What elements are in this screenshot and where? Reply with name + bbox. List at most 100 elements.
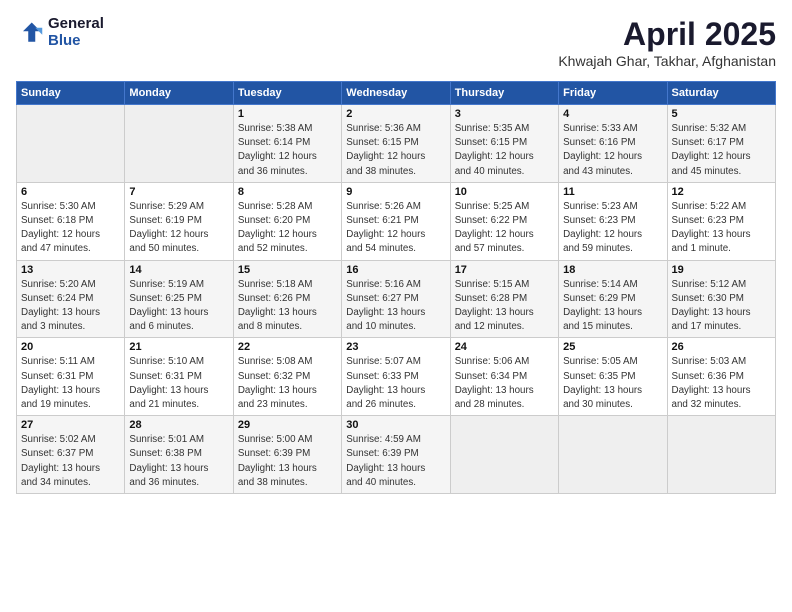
day-number: 20 <box>21 341 120 353</box>
day-detail: Sunrise: 5:16 AMSunset: 6:27 PMDaylight:… <box>346 278 445 335</box>
day-number: 30 <box>346 419 445 431</box>
calendar-cell: 13 Sunrise: 5:20 AMSunset: 6:24 PMDayligh… <box>17 260 125 338</box>
day-number: 26 <box>672 341 771 353</box>
day-number: 28 <box>129 419 228 431</box>
calendar-cell: 12 Sunrise: 5:22 AMSunset: 6:23 PMDayligh… <box>667 182 775 260</box>
calendar-cell: 20 Sunrise: 5:11 AMSunset: 6:31 PMDayligh… <box>17 338 125 416</box>
day-number: 14 <box>129 264 228 276</box>
weekday-header-saturday: Saturday <box>667 82 775 105</box>
day-number: 12 <box>672 186 771 198</box>
page-header: General Blue April 2025 Khwajah Ghar, Ta… <box>16 16 776 69</box>
logo-icon <box>16 19 44 47</box>
day-detail: Sunrise: 5:32 AMSunset: 6:17 PMDaylight:… <box>672 122 771 179</box>
day-detail: Sunrise: 5:26 AMSunset: 6:21 PMDaylight:… <box>346 200 445 257</box>
logo-general-text: General <box>48 16 104 33</box>
day-detail: Sunrise: 5:36 AMSunset: 6:15 PMDaylight:… <box>346 122 445 179</box>
calendar-cell: 9 Sunrise: 5:26 AMSunset: 6:21 PMDaylight… <box>342 182 450 260</box>
day-number: 7 <box>129 186 228 198</box>
day-detail: Sunrise: 5:08 AMSunset: 6:32 PMDaylight:… <box>238 355 337 412</box>
week-row-4: 20 Sunrise: 5:11 AMSunset: 6:31 PMDayligh… <box>17 338 776 416</box>
calendar-cell: 10 Sunrise: 5:25 AMSunset: 6:22 PMDayligh… <box>450 182 558 260</box>
day-number: 3 <box>455 108 554 120</box>
day-number: 15 <box>238 264 337 276</box>
day-detail: Sunrise: 5:28 AMSunset: 6:20 PMDaylight:… <box>238 200 337 257</box>
day-detail: Sunrise: 5:03 AMSunset: 6:36 PMDaylight:… <box>672 355 771 412</box>
calendar-cell: 14 Sunrise: 5:19 AMSunset: 6:25 PMDayligh… <box>125 260 233 338</box>
day-detail: Sunrise: 5:23 AMSunset: 6:23 PMDaylight:… <box>563 200 662 257</box>
day-number: 16 <box>346 264 445 276</box>
day-number: 18 <box>563 264 662 276</box>
calendar-cell: 8 Sunrise: 5:28 AMSunset: 6:20 PMDaylight… <box>233 182 341 260</box>
weekday-header-thursday: Thursday <box>450 82 558 105</box>
day-number: 21 <box>129 341 228 353</box>
weekday-header-monday: Monday <box>125 82 233 105</box>
calendar-cell: 26 Sunrise: 5:03 AMSunset: 6:36 PMDayligh… <box>667 338 775 416</box>
title-block: April 2025 Khwajah Ghar, Takhar, Afghani… <box>558 16 776 69</box>
day-number: 6 <box>21 186 120 198</box>
day-number: 9 <box>346 186 445 198</box>
calendar-table: SundayMondayTuesdayWednesdayThursdayFrid… <box>16 81 776 494</box>
week-row-5: 27 Sunrise: 5:02 AMSunset: 6:37 PMDayligh… <box>17 416 776 494</box>
calendar-cell: 25 Sunrise: 5:05 AMSunset: 6:35 PMDayligh… <box>559 338 667 416</box>
day-number: 25 <box>563 341 662 353</box>
logo-text: General Blue <box>48 16 104 49</box>
calendar-cell <box>125 105 233 183</box>
day-detail: Sunrise: 4:59 AMSunset: 6:39 PMDaylight:… <box>346 433 445 490</box>
logo: General Blue <box>16 16 104 49</box>
day-number: 4 <box>563 108 662 120</box>
day-number: 10 <box>455 186 554 198</box>
day-detail: Sunrise: 5:11 AMSunset: 6:31 PMDaylight:… <box>21 355 120 412</box>
week-row-3: 13 Sunrise: 5:20 AMSunset: 6:24 PMDayligh… <box>17 260 776 338</box>
day-number: 13 <box>21 264 120 276</box>
day-detail: Sunrise: 5:29 AMSunset: 6:19 PMDaylight:… <box>129 200 228 257</box>
day-number: 27 <box>21 419 120 431</box>
day-number: 2 <box>346 108 445 120</box>
week-row-1: 1Sunrise: 5:38 AMSunset: 6:14 PMDaylight… <box>17 105 776 183</box>
day-number: 19 <box>672 264 771 276</box>
day-number: 23 <box>346 341 445 353</box>
calendar-cell <box>559 416 667 494</box>
calendar-cell: 23 Sunrise: 5:07 AMSunset: 6:33 PMDayligh… <box>342 338 450 416</box>
day-detail: Sunrise: 5:07 AMSunset: 6:33 PMDaylight:… <box>346 355 445 412</box>
day-detail: Sunrise: 5:30 AMSunset: 6:18 PMDaylight:… <box>21 200 120 257</box>
calendar-cell: 3 Sunrise: 5:35 AMSunset: 6:15 PMDaylight… <box>450 105 558 183</box>
day-detail: Sunrise: 5:12 AMSunset: 6:30 PMDaylight:… <box>672 278 771 335</box>
day-number: 1 <box>238 108 337 120</box>
day-number: 11 <box>563 186 662 198</box>
calendar-cell: 11 Sunrise: 5:23 AMSunset: 6:23 PMDayligh… <box>559 182 667 260</box>
calendar-cell: 19 Sunrise: 5:12 AMSunset: 6:30 PMDayligh… <box>667 260 775 338</box>
weekday-header-tuesday: Tuesday <box>233 82 341 105</box>
day-number: 29 <box>238 419 337 431</box>
calendar-cell: 15Sunrise: 5:18 AMSunset: 6:26 PMDayligh… <box>233 260 341 338</box>
calendar-cell: 1Sunrise: 5:38 AMSunset: 6:14 PMDaylight… <box>233 105 341 183</box>
weekday-header-friday: Friday <box>559 82 667 105</box>
weekday-header-sunday: Sunday <box>17 82 125 105</box>
calendar-cell <box>17 105 125 183</box>
day-detail: Sunrise: 5:20 AMSunset: 6:24 PMDaylight:… <box>21 278 120 335</box>
day-detail: Sunrise: 5:33 AMSunset: 6:16 PMDaylight:… <box>563 122 662 179</box>
day-number: 8 <box>238 186 337 198</box>
day-detail: Sunrise: 5:01 AMSunset: 6:38 PMDaylight:… <box>129 433 228 490</box>
day-detail: Sunrise: 5:22 AMSunset: 6:23 PMDaylight:… <box>672 200 771 257</box>
calendar-cell: 4 Sunrise: 5:33 AMSunset: 6:16 PMDaylight… <box>559 105 667 183</box>
calendar-cell <box>667 416 775 494</box>
day-detail: Sunrise: 5:00 AMSunset: 6:39 PMDaylight:… <box>238 433 337 490</box>
day-detail: Sunrise: 5:35 AMSunset: 6:15 PMDaylight:… <box>455 122 554 179</box>
day-detail: Sunrise: 5:19 AMSunset: 6:25 PMDaylight:… <box>129 278 228 335</box>
calendar-cell <box>450 416 558 494</box>
day-detail: Sunrise: 5:05 AMSunset: 6:35 PMDaylight:… <box>563 355 662 412</box>
calendar-cell: 28 Sunrise: 5:01 AMSunset: 6:38 PMDayligh… <box>125 416 233 494</box>
day-detail: Sunrise: 5:25 AMSunset: 6:22 PMDaylight:… <box>455 200 554 257</box>
calendar-cell: 22 Sunrise: 5:08 AMSunset: 6:32 PMDayligh… <box>233 338 341 416</box>
calendar-cell: 2 Sunrise: 5:36 AMSunset: 6:15 PMDaylight… <box>342 105 450 183</box>
logo-blue-text: Blue <box>48 33 104 50</box>
weekday-header-wednesday: Wednesday <box>342 82 450 105</box>
day-number: 5 <box>672 108 771 120</box>
weekday-header-row: SundayMondayTuesdayWednesdayThursdayFrid… <box>17 82 776 105</box>
day-number: 24 <box>455 341 554 353</box>
month-title: April 2025 <box>558 16 776 53</box>
day-detail: Sunrise: 5:14 AMSunset: 6:29 PMDaylight:… <box>563 278 662 335</box>
day-detail: Sunrise: 5:02 AMSunset: 6:37 PMDaylight:… <box>21 433 120 490</box>
calendar-cell: 30 Sunrise: 4:59 AMSunset: 6:39 PMDayligh… <box>342 416 450 494</box>
day-number: 22 <box>238 341 337 353</box>
